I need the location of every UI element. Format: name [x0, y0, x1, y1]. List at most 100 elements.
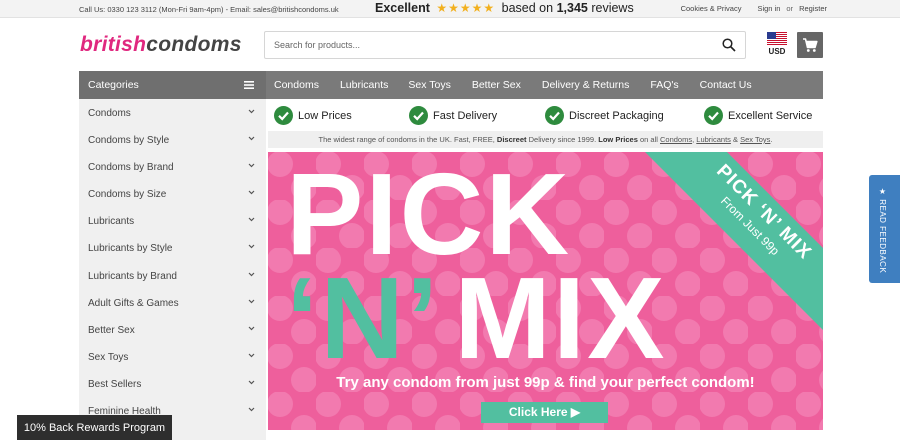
tagline-discreet: Discreet	[496, 135, 527, 144]
rating-suffix: reviews	[591, 1, 634, 15]
cart-button[interactable]	[797, 32, 823, 58]
sidebar-item-condoms-by-style[interactable]: Condoms by Style	[79, 126, 266, 153]
site-logo[interactable]: britishcondoms	[80, 33, 242, 57]
feature-fast-delivery: Fast Delivery	[409, 106, 497, 125]
banner-headline-n: ‘N’	[286, 253, 441, 383]
search-input[interactable]	[265, 32, 705, 58]
chevron-down-icon	[248, 136, 255, 141]
feedback-label: ★ READ FEEDBACK	[878, 187, 887, 274]
sidebar-item-condoms-by-size[interactable]: Condoms by Size	[79, 180, 266, 207]
logo-part-british: british	[80, 33, 147, 56]
tagline-link-lubricants[interactable]: Lubricants	[696, 135, 731, 144]
sidebar-item-label: Condoms	[88, 108, 131, 119]
tagline-comma: ,	[692, 135, 695, 144]
currency-selector[interactable]: USD	[766, 32, 788, 56]
search-box	[264, 31, 746, 59]
nav-better-sex[interactable]: Better Sex	[472, 71, 521, 99]
chevron-down-icon	[248, 353, 255, 358]
sidebar-item-label: Condoms by Size	[88, 189, 167, 201]
tagline-text: Delivery since 1999.	[528, 135, 597, 144]
sidebar-item-label: Adult Gifts & Games	[88, 297, 179, 309]
chevron-down-icon	[248, 326, 255, 331]
sidebar-item-lubricants-by-brand[interactable]: Lubricants by Brand	[79, 262, 266, 289]
feature-low-prices: Low Prices	[274, 106, 352, 125]
register-link[interactable]: Register	[799, 4, 827, 13]
nav-faqs[interactable]: FAQ's	[650, 71, 678, 99]
review-count: 1,345	[556, 1, 588, 15]
rating-summary[interactable]: Excellent ★★★★★ based on 1,345 reviews	[375, 1, 634, 15]
cart-icon	[803, 37, 818, 52]
feature-label: Low Prices	[298, 109, 352, 122]
categories-header[interactable]: Categories	[79, 71, 266, 99]
main-nav: Condoms Lubricants Sex Toys Better Sex D…	[266, 71, 823, 99]
star-rating-icon: ★★★★★	[436, 1, 496, 15]
chevron-down-icon	[248, 272, 255, 276]
banner-headline-n-mix: ‘N’ MIX	[286, 260, 666, 376]
tagline-text: The widest range of condoms in the UK. F…	[318, 135, 495, 144]
banner-headline-mix: MIX	[454, 253, 667, 383]
check-circle-icon	[409, 106, 428, 125]
sidebar-item-label: Lubricants by Style	[88, 243, 173, 255]
nav-contact-us[interactable]: Contact Us	[700, 71, 752, 99]
sidebar-item-label: Better Sex	[88, 324, 135, 336]
feature-excellent-service: Excellent Service	[704, 106, 812, 125]
us-flag-icon	[767, 32, 787, 45]
chevron-down-icon	[248, 380, 255, 385]
chevron-down-icon	[248, 190, 255, 195]
nav-sex-toys[interactable]: Sex Toys	[408, 71, 450, 99]
feature-label: Fast Delivery	[433, 109, 498, 122]
click-here-button[interactable]: Click Here ▶	[481, 402, 608, 423]
or-text: or	[786, 4, 794, 13]
sidebar-item-label: Condoms by Brand	[88, 162, 174, 174]
sidebar-item-label: Best Sellers	[88, 378, 142, 390]
sidebar-item-best-sellers[interactable]: Best Sellers	[79, 370, 266, 397]
sidebar-item-label: Lubricants	[88, 216, 135, 228]
rewards-program-button[interactable]: 10% Back Rewards Program	[17, 415, 172, 440]
sidebar-item-label: Lubricants by Brand	[88, 270, 177, 282]
account-links: Cookies & Privacy Sign in or Register	[681, 4, 827, 13]
sign-in-link[interactable]: Sign in	[757, 4, 780, 13]
category-sidebar: Condoms Condoms by Style Condoms by Bran…	[79, 99, 266, 440]
chevron-down-icon	[248, 407, 255, 412]
sidebar-item-better-sex[interactable]: Better Sex	[79, 316, 266, 343]
check-circle-icon	[545, 106, 564, 125]
sidebar-item-adult-gifts-games[interactable]: Adult Gifts & Games	[79, 289, 266, 316]
feature-discreet-packaging: Discreet Packaging	[545, 106, 664, 125]
chevron-down-icon	[248, 299, 255, 304]
sidebar-item-condoms[interactable]: Condoms	[79, 99, 266, 126]
check-circle-icon	[704, 106, 723, 125]
tagline-text: on all	[639, 135, 658, 144]
nav-delivery-returns[interactable]: Delivery & Returns	[542, 71, 630, 99]
categories-label: Categories	[88, 79, 139, 91]
top-bar: Call Us: 0330 123 3112 (Mon-Fri 9am-4pm)…	[0, 0, 900, 18]
rating-prefix: based on	[501, 1, 554, 15]
promo-banner[interactable]: PICK ‘N’ MIX PICK ‘N’ MIX From Just 99p T…	[268, 152, 823, 430]
chevron-down-icon	[248, 245, 255, 249]
tagline-link-condoms[interactable]: Condoms	[660, 135, 692, 144]
contact-info: Call Us: 0330 123 3112 (Mon-Fri 9am-4pm)…	[79, 5, 339, 14]
tagline-low-prices: Low Prices	[598, 135, 638, 144]
chevron-down-icon	[248, 217, 255, 222]
sidebar-item-sex-toys[interactable]: Sex Toys	[79, 343, 266, 370]
sidebar-item-label: Condoms by Style	[88, 135, 170, 147]
logo-part-condoms: condoms	[146, 33, 242, 56]
currency-label: USD	[768, 47, 786, 56]
chevron-down-icon	[248, 163, 255, 168]
banner-subtitle: Try any condom from just 99p & find your…	[336, 374, 755, 391]
tagline-link-sex-toys[interactable]: Sex Toys	[740, 135, 770, 144]
cookies-link[interactable]: Cookies & Privacy	[681, 4, 742, 13]
sidebar-item-lubricants-by-style[interactable]: Lubricants by Style	[79, 234, 266, 261]
sidebar-item-lubricants[interactable]: Lubricants	[79, 207, 266, 234]
search-icon[interactable]	[722, 38, 736, 52]
feature-label: Discreet Packaging	[569, 109, 664, 122]
rating-word: Excellent	[375, 1, 430, 15]
tagline-amp: &	[733, 135, 739, 144]
sidebar-item-condoms-by-brand[interactable]: Condoms by Brand	[79, 153, 266, 180]
feature-strip: Low Prices Fast Delivery Discreet Packag…	[266, 99, 823, 129]
read-feedback-tab[interactable]: ★ READ FEEDBACK	[869, 175, 900, 283]
feature-label: Excellent Service	[728, 109, 813, 122]
nav-lubricants[interactable]: Lubricants	[340, 71, 388, 99]
nav-condoms[interactable]: Condoms	[274, 71, 319, 99]
tagline-end: .	[770, 135, 773, 144]
tagline: The widest range of condoms in the UK. F…	[268, 131, 823, 148]
